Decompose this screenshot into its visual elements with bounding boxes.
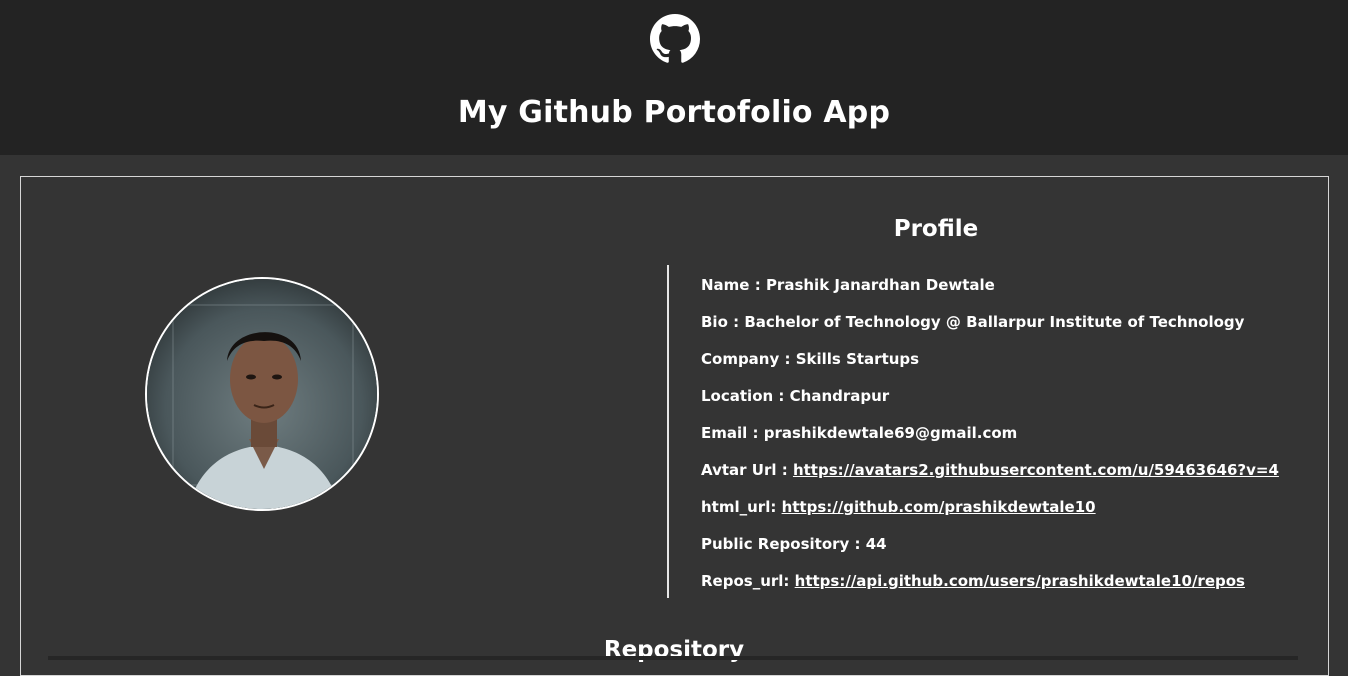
info-label-email: Email : bbox=[701, 424, 759, 442]
info-label-html-url: html_url: bbox=[701, 498, 777, 516]
avatar-photo-illustration bbox=[147, 279, 377, 509]
repository-list-edge bbox=[48, 656, 1298, 660]
info-label-repos-url: Repos_url: bbox=[701, 572, 790, 590]
info-value-name: Prashik Janardhan Dewtale bbox=[765, 276, 995, 294]
profile-heading: Profile bbox=[893, 216, 979, 242]
app-title: My Github Portofolio App bbox=[457, 95, 891, 130]
info-value-location: Chandrapur bbox=[789, 387, 890, 405]
info-label-location: Location : bbox=[701, 387, 785, 405]
app-header: My Github Portofolio App bbox=[0, 0, 1348, 155]
info-label-name: Name : bbox=[701, 276, 761, 294]
info-value-email: prashikdewtale69@gmail.com bbox=[763, 424, 1018, 442]
info-row-repos-url: Repos_url: https://api.github.com/users/… bbox=[701, 570, 1321, 607]
info-value-bio: Bachelor of Technology @ Ballarpur Insti… bbox=[744, 313, 1245, 331]
info-label-company: Company : bbox=[701, 350, 791, 368]
info-label-bio: Bio : bbox=[701, 313, 740, 331]
info-row-bio: Bio : Bachelor of Technology @ Ballarpur… bbox=[701, 311, 1321, 348]
info-row-html-url: html_url: https://github.com/prashikdewt… bbox=[701, 496, 1321, 533]
vertical-divider bbox=[667, 265, 669, 598]
profile-info-list: Name : Prashik Janardhan Dewtale Bio : B… bbox=[701, 274, 1321, 607]
html-url-link[interactable]: https://github.com/prashikdewtale10 bbox=[782, 498, 1096, 516]
repos-url-link[interactable]: https://api.github.com/users/prashikdewt… bbox=[795, 572, 1245, 590]
info-row-name: Name : Prashik Janardhan Dewtale bbox=[701, 274, 1321, 311]
avatar-url-link[interactable]: https://avatars2.githubusercontent.com/u… bbox=[793, 461, 1279, 479]
profile-avatar bbox=[145, 277, 379, 511]
info-row-location: Location : Chandrapur bbox=[701, 385, 1321, 422]
info-label-avatar-url: Avtar Url : bbox=[701, 461, 788, 479]
info-row-email: Email : prashikdewtale69@gmail.com bbox=[701, 422, 1321, 459]
info-value-company: Skills Startups bbox=[795, 350, 920, 368]
info-label-public-repos: Public Repository : bbox=[701, 535, 861, 553]
info-row-company: Company : Skills Startups bbox=[701, 348, 1321, 385]
github-octocat-icon[interactable] bbox=[650, 14, 700, 64]
info-value-public-repos: 44 bbox=[865, 535, 887, 553]
info-row-public-repos: Public Repository : 44 bbox=[701, 533, 1321, 570]
info-row-avatar-url: Avtar Url : https://avatars2.githubuserc… bbox=[701, 459, 1321, 496]
